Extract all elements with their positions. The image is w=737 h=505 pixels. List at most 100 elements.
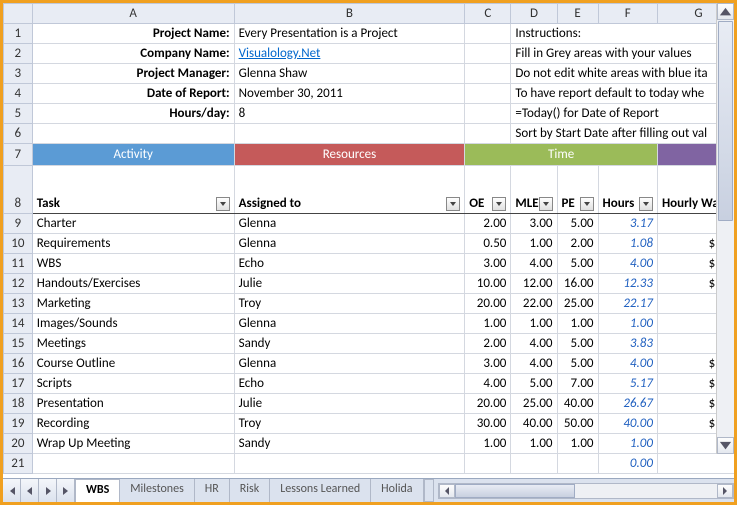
cell-assigned-19[interactable]: Troy (234, 414, 465, 434)
cell-oe-9[interactable]: 2.00 (465, 214, 511, 234)
cell-oe-10[interactable]: 0.50 (465, 234, 511, 254)
tab-split-handle[interactable] (424, 479, 434, 502)
spreadsheet-grid[interactable]: A B C D E F G 1Project Name:Every Presen… (3, 3, 734, 474)
meta-label-3[interactable]: Project Manager: (32, 64, 234, 84)
cell-mle-17[interactable]: 5.00 (511, 374, 557, 394)
meta-value-3[interactable]: Glenna Shaw (234, 64, 465, 84)
cell-mle-14[interactable]: 1.00 (511, 314, 557, 334)
cell-assigned-18[interactable]: Julie (234, 394, 465, 414)
cell-hours-21[interactable]: 0.00 (598, 454, 657, 474)
row-header-8[interactable]: 8 (4, 166, 33, 214)
instruction-6[interactable]: Sort by Start Date after filling out val (511, 124, 734, 144)
cell-hours-19[interactable]: 40.00 (598, 414, 657, 434)
cell-task-10[interactable]: Requirements (32, 234, 234, 254)
filter-pe[interactable] (580, 197, 594, 211)
cell-assigned-20[interactable]: Sandy (234, 434, 465, 454)
row-header-4[interactable]: 4 (4, 84, 33, 104)
cell-task-12[interactable]: Handouts/Exercises (32, 274, 234, 294)
cell-assigned-13[interactable]: Troy (234, 294, 465, 314)
row-header-19[interactable]: 19 (4, 414, 33, 434)
cell-pe-19[interactable]: 50.00 (557, 414, 598, 434)
col-header-A[interactable]: A (32, 4, 234, 24)
cell-mle-9[interactable]: 3.00 (511, 214, 557, 234)
cell-task-19[interactable]: Recording (32, 414, 234, 434)
cell-pe-9[interactable]: 5.00 (557, 214, 598, 234)
filter-task[interactable] (216, 197, 230, 211)
cell-oe-18[interactable]: 20.00 (465, 394, 511, 414)
cell-task-17[interactable]: Scripts (32, 374, 234, 394)
cell-mle-13[interactable]: 22.00 (511, 294, 557, 314)
row-header-7[interactable]: 7 (4, 144, 33, 166)
cell-assigned-16[interactable]: Glenna (234, 354, 465, 374)
row-header-20[interactable]: 20 (4, 434, 33, 454)
cell-hours-12[interactable]: 12.33 (598, 274, 657, 294)
cell-oe-15[interactable]: 2.00 (465, 334, 511, 354)
cell-pe-16[interactable]: 5.00 (557, 354, 598, 374)
cell-mle-20[interactable]: 1.00 (511, 434, 557, 454)
cell-C6[interactable] (465, 124, 511, 144)
cell-task-15[interactable]: Meetings (32, 334, 234, 354)
scroll-up-button[interactable] (717, 3, 734, 20)
filter-hours[interactable] (639, 197, 653, 211)
row-header-17[interactable]: 17 (4, 374, 33, 394)
cell-oe-19[interactable]: 30.00 (465, 414, 511, 434)
row-header-13[interactable]: 13 (4, 294, 33, 314)
sheet-tab-risk[interactable]: Risk (230, 479, 270, 502)
sheet-tab-lessons-learned[interactable]: Lessons Learned (270, 479, 371, 502)
cell-pe-15[interactable]: 5.00 (557, 334, 598, 354)
cell-hours-9[interactable]: 3.17 (598, 214, 657, 234)
cell-C2[interactable] (465, 44, 511, 64)
cell-task-13[interactable]: Marketing (32, 294, 234, 314)
meta-value-4[interactable]: November 30, 2011 (234, 84, 465, 104)
header-oe[interactable]: OE (465, 166, 511, 214)
cell-hours-17[interactable]: 5.17 (598, 374, 657, 394)
vertical-scrollbar[interactable] (716, 3, 734, 454)
meta-value-6[interactable] (234, 124, 465, 144)
meta-label-4[interactable]: Date of Report: (32, 84, 234, 104)
cell-hours-11[interactable]: 4.00 (598, 254, 657, 274)
cell-mle-12[interactable]: 12.00 (511, 274, 557, 294)
cell-assigned-12[interactable]: Julie (234, 274, 465, 294)
cell-pe-14[interactable]: 1.00 (557, 314, 598, 334)
filter-mle[interactable] (539, 197, 553, 211)
cell-assigned-11[interactable]: Echo (234, 254, 465, 274)
cell-task-18[interactable]: Presentation (32, 394, 234, 414)
tab-nav-first[interactable] (3, 479, 21, 502)
header-hours[interactable]: Hours (598, 166, 657, 214)
scroll-left-button[interactable] (439, 484, 455, 498)
cell-C1[interactable] (465, 24, 511, 44)
col-header-B[interactable]: B (234, 4, 465, 24)
cell-wage-21[interactable] (657, 454, 734, 474)
cell-pe-11[interactable]: 5.00 (557, 254, 598, 274)
tab-nav-next[interactable] (39, 479, 57, 502)
cell-task-9[interactable]: Charter (32, 214, 234, 234)
sheet-tab-holida[interactable]: Holida (371, 479, 423, 502)
cell-hours-14[interactable]: 1.00 (598, 314, 657, 334)
row-header-5[interactable]: 5 (4, 104, 33, 124)
col-header-E[interactable]: E (557, 4, 598, 24)
cell-assigned-15[interactable]: Sandy (234, 334, 465, 354)
cell-C3[interactable] (465, 64, 511, 84)
row-header-2[interactable]: 2 (4, 44, 33, 64)
row-header-6[interactable]: 6 (4, 124, 33, 144)
col-header-C[interactable]: C (465, 4, 511, 24)
cell-mle-16[interactable]: 4.00 (511, 354, 557, 374)
instruction-2[interactable]: Fill in Grey areas with your values (511, 44, 734, 64)
cell-hours-16[interactable]: 4.00 (598, 354, 657, 374)
cell-pe-12[interactable]: 16.00 (557, 274, 598, 294)
cell-pe-21[interactable] (557, 454, 598, 474)
cell-hours-15[interactable]: 3.83 (598, 334, 657, 354)
header-pe[interactable]: PE (557, 166, 598, 214)
cell-oe-13[interactable]: 20.00 (465, 294, 511, 314)
sheet-tab-milestones[interactable]: Milestones (120, 479, 195, 502)
row-header-18[interactable]: 18 (4, 394, 33, 414)
row-header-16[interactable]: 16 (4, 354, 33, 374)
scroll-thumb-horizontal[interactable] (455, 484, 575, 498)
cell-pe-18[interactable]: 40.00 (557, 394, 598, 414)
scroll-down-button[interactable] (717, 437, 734, 454)
meta-value-5[interactable]: 8 (234, 104, 465, 124)
col-header-F[interactable]: F (598, 4, 657, 24)
cell-assigned-9[interactable]: Glenna (234, 214, 465, 234)
cell-oe-20[interactable]: 1.00 (465, 434, 511, 454)
meta-value-1[interactable]: Every Presentation is a Project (234, 24, 465, 44)
